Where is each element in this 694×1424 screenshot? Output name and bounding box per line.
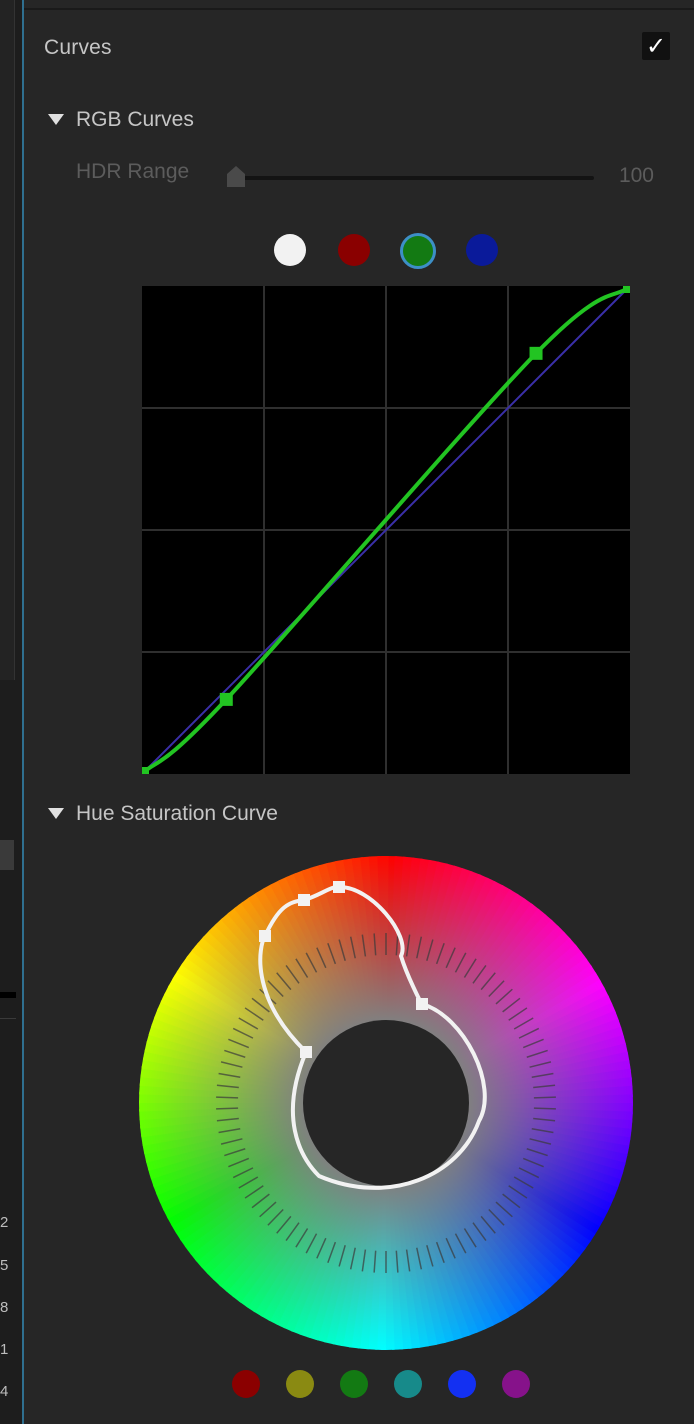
curve-control-point[interactable] bbox=[529, 346, 543, 360]
channel-blue-button[interactable] bbox=[466, 234, 498, 266]
hue-curve-control-point[interactable] bbox=[333, 881, 345, 893]
collapse-triangle-icon[interactable] bbox=[48, 808, 64, 819]
effect-enable-checkbox[interactable]: ✓ bbox=[642, 32, 670, 60]
hue-saturation-wheel[interactable] bbox=[139, 856, 633, 1350]
hue-curve-control-point[interactable] bbox=[300, 1046, 312, 1058]
edge-number: 4 bbox=[0, 1383, 9, 1400]
channel-red-button[interactable] bbox=[338, 234, 370, 266]
hdr-range-value[interactable]: 100 bbox=[598, 164, 654, 188]
channel-white-button[interactable] bbox=[274, 234, 306, 266]
effect-controls-panel: 2 5 8 1 4 Curves ✓ RGB Curves HDR Range … bbox=[0, 0, 694, 1424]
saturation-tick bbox=[216, 1096, 239, 1099]
hue-swatch-green[interactable] bbox=[340, 1370, 368, 1398]
panel-divider[interactable] bbox=[22, 0, 24, 1424]
hue-curve-control-point[interactable] bbox=[259, 930, 271, 942]
channel-green-button[interactable] bbox=[400, 233, 436, 269]
curve-control-point[interactable] bbox=[142, 767, 149, 774]
panel-top-border bbox=[24, 8, 694, 10]
edge-number: 8 bbox=[0, 1299, 9, 1316]
curve-control-point[interactable] bbox=[623, 286, 630, 293]
wheel-center-hole bbox=[303, 1020, 469, 1186]
hdr-range-slider-thumb[interactable] bbox=[226, 164, 246, 188]
saturation-tick bbox=[533, 1107, 556, 1110]
curve-control-point[interactable] bbox=[219, 692, 233, 706]
edge-number: 1 bbox=[0, 1341, 9, 1358]
effect-title: Curves bbox=[44, 36, 112, 59]
hue-swatch-yellow[interactable] bbox=[286, 1370, 314, 1398]
hue-swatch-blue[interactable] bbox=[448, 1370, 476, 1398]
hue-saturation-label[interactable]: Hue Saturation Curve bbox=[76, 802, 278, 826]
hue-swatch-cyan[interactable] bbox=[394, 1370, 422, 1398]
saturation-tick bbox=[533, 1096, 556, 1099]
hue-swatch-red[interactable] bbox=[232, 1370, 260, 1398]
hue-curve-control-point[interactable] bbox=[416, 998, 428, 1010]
adjacent-panel-edge: 2 5 8 1 4 bbox=[0, 0, 24, 1424]
hdr-range-label: HDR Range bbox=[76, 160, 190, 183]
hue-swatch-magenta[interactable] bbox=[502, 1370, 530, 1398]
hdr-range-slider-track[interactable] bbox=[230, 176, 594, 180]
saturation-tick bbox=[216, 1107, 239, 1110]
collapse-triangle-icon[interactable] bbox=[48, 114, 64, 125]
edge-number: 5 bbox=[0, 1257, 9, 1274]
rgb-curve-graph[interactable] bbox=[142, 286, 630, 774]
rgb-curves-label[interactable]: RGB Curves bbox=[76, 108, 194, 132]
edge-number: 2 bbox=[0, 1214, 9, 1231]
hue-curve-control-point[interactable] bbox=[298, 894, 310, 906]
